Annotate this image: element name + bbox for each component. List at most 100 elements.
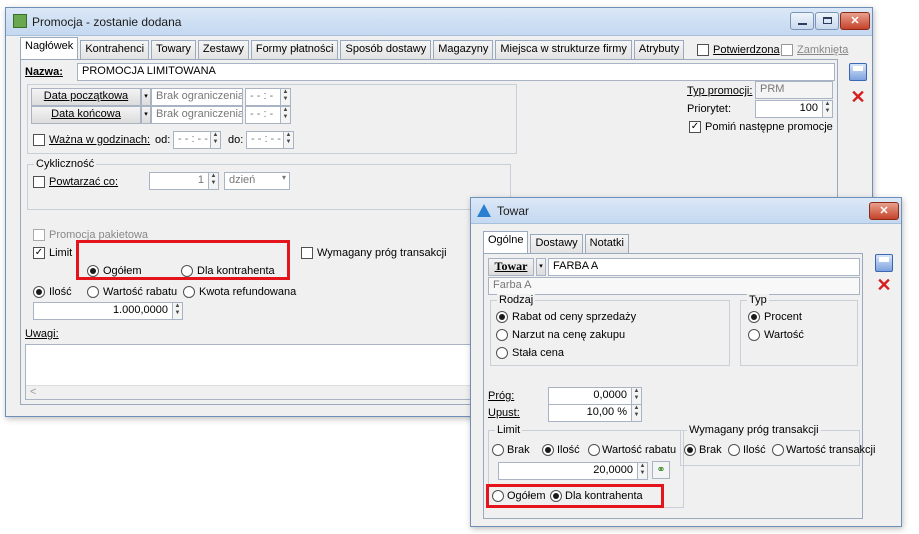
- tab-zestawy[interactable]: Zestawy: [197, 40, 249, 59]
- towar-dla-kontrahenta-radio[interactable]: [550, 490, 562, 502]
- potwierdzona-checkbox[interactable]: [697, 44, 709, 56]
- upust-input[interactable]: 10,00 % ▲ ▼: [548, 404, 642, 422]
- time-end-value: - - : -: [250, 108, 274, 120]
- wartosc-radio[interactable]: [748, 329, 760, 341]
- powtarzac-spin[interactable]: ▲ ▼: [208, 173, 218, 189]
- rodzaj-title: Rodzaj: [497, 294, 536, 306]
- data-poczatkowa-dropdown[interactable]: ▾: [141, 88, 151, 106]
- zamknieta-checkbox[interactable]: [781, 44, 793, 56]
- procent-label: Procent: [764, 311, 802, 323]
- minimize-button[interactable]: [790, 12, 814, 30]
- ilosc-value-input[interactable]: 1.000,0000 ▲ ▼: [33, 302, 183, 320]
- data-poczatkowa-input[interactable]: Brak ograniczenia: [151, 88, 243, 106]
- time-start-spin[interactable]: ▲ ▼: [280, 89, 290, 105]
- towar-close-button[interactable]: ✕: [869, 202, 899, 220]
- narzut-radio[interactable]: [496, 329, 508, 341]
- wymagany-checkbox[interactable]: [301, 247, 313, 259]
- limit-checkbox[interactable]: ✓: [33, 247, 45, 259]
- do-time-spin[interactable]: ▲ ▼: [283, 132, 293, 148]
- limit-brak-radio[interactable]: [492, 444, 504, 456]
- prog-spin[interactable]: ▲ ▼: [631, 388, 641, 404]
- kwota-refundowana-radio[interactable]: [183, 286, 195, 298]
- narzut-label: Narzut na cenę zakupu: [512, 329, 626, 341]
- save-icon[interactable]: [849, 63, 867, 81]
- tab-towary[interactable]: Towary: [151, 40, 196, 59]
- stala-label: Stała cena: [512, 347, 564, 359]
- close-button[interactable]: ✕: [840, 12, 870, 30]
- priorytet-input[interactable]: 100 ▲ ▼: [755, 100, 833, 118]
- dzien-select[interactable]: dzień ▾: [224, 172, 290, 190]
- do-time-input[interactable]: - - : - - ▲ ▼: [246, 131, 294, 149]
- tab-miejsca[interactable]: Miejsca w strukturze firmy: [495, 40, 632, 59]
- pomin-checkbox[interactable]: ✓: [689, 121, 701, 133]
- limit-spin[interactable]: ▲ ▼: [637, 463, 647, 479]
- priorytet-spin[interactable]: ▲ ▼: [822, 101, 832, 117]
- tab-atrybuty[interactable]: Atrybuty: [633, 40, 685, 59]
- powtarzac-input[interactable]: 1 ▲ ▼: [149, 172, 219, 190]
- limit-ilosc-radio[interactable]: [542, 444, 554, 456]
- maximize-button[interactable]: [815, 12, 839, 30]
- tab-notatki[interactable]: Notatki: [584, 234, 629, 253]
- tab-dostawy[interactable]: Dostawy: [530, 234, 583, 253]
- scroll-left-arrow[interactable]: <: [30, 386, 36, 398]
- typ-promocji-label: Typ promocji:: [687, 85, 753, 97]
- cancel-icon[interactable]: ✕: [849, 88, 867, 106]
- data-koncowa-button[interactable]: Data końcowa: [31, 106, 141, 124]
- time-start-input[interactable]: - - : - ▲ ▼: [245, 88, 291, 106]
- ilosc-spin[interactable]: ▲ ▼: [172, 303, 182, 319]
- tab-ogolne[interactable]: Ogólne: [483, 231, 529, 253]
- w-brak-radio[interactable]: [684, 444, 696, 456]
- potwierdzona-label: Potwierdzona: [713, 44, 780, 56]
- towar-ogolem-radio[interactable]: [492, 490, 504, 502]
- ilosc-radio[interactable]: [33, 286, 45, 298]
- towar-content-panel: Towar ▾ FARBA A Farba A Rodzaj Rabat od …: [483, 253, 875, 519]
- towar-button[interactable]: Towar: [488, 258, 534, 276]
- data-koncowa-input[interactable]: Brak ograniczenia: [151, 106, 243, 124]
- limit-value-input[interactable]: 20,0000 ▲ ▼: [498, 462, 648, 480]
- limit-wartosc-rabatu-radio[interactable]: [588, 444, 600, 456]
- app-icon: [13, 14, 27, 28]
- cyklicznosc-title: Cykliczność: [34, 158, 97, 170]
- tab-formy-platnosci[interactable]: Formy płatności: [250, 40, 339, 59]
- main-window-title: Promocja - zostanie dodana: [32, 15, 182, 29]
- link-icon[interactable]: ⚭: [652, 461, 670, 479]
- tab-naglowek[interactable]: Nagłówek: [20, 37, 79, 59]
- prog-input[interactable]: 0,0000 ▲ ▼: [548, 387, 642, 405]
- w-brak-label: Brak: [699, 444, 722, 456]
- powtarzac-checkbox[interactable]: [33, 176, 45, 188]
- upust-label: Upust:: [488, 407, 520, 419]
- ogolem-radio[interactable]: [87, 265, 99, 277]
- towar-window-title: Towar: [497, 204, 530, 218]
- data-koncowa-dropdown[interactable]: ▾: [141, 106, 151, 124]
- time-end-input[interactable]: - - : - ▲ ▼: [245, 106, 291, 124]
- od-time-input[interactable]: - - : - - ▲ ▼: [173, 131, 221, 149]
- tab-sposob-dostawy[interactable]: Sposób dostawy: [340, 40, 432, 59]
- od-time-spin[interactable]: ▲ ▼: [210, 132, 220, 148]
- procent-radio[interactable]: [748, 311, 760, 323]
- prog-label: Próg:: [488, 390, 515, 402]
- towar-save-icon[interactable]: [875, 254, 893, 272]
- tab-magazyny[interactable]: Magazyny: [433, 40, 494, 59]
- data-poczatkowa-button[interactable]: Data początkowa: [31, 88, 141, 106]
- dla-kontrahenta-radio[interactable]: [181, 265, 193, 277]
- upust-spin[interactable]: ▲ ▼: [631, 405, 641, 421]
- wartosc-rabatu-radio[interactable]: [87, 286, 99, 298]
- time-end-spin[interactable]: ▲ ▼: [280, 107, 290, 123]
- stala-radio[interactable]: [496, 347, 508, 359]
- kwota-refundowana-label: Kwota refundowana: [199, 286, 297, 298]
- rabat-radio[interactable]: [496, 311, 508, 323]
- prog-value: 0,0000: [593, 389, 627, 401]
- w-wartosc-radio[interactable]: [772, 444, 784, 456]
- wazna-checkbox[interactable]: [33, 134, 45, 146]
- limit-wartosc-rabatu-label: Wartość rabatu: [602, 444, 677, 456]
- pakietowa-checkbox[interactable]: [33, 229, 45, 241]
- w-ilosc-radio[interactable]: [728, 444, 740, 456]
- towar-cancel-icon[interactable]: ✕: [875, 276, 893, 294]
- nazwa-input[interactable]: PROMOCJA LIMITOWANA: [77, 63, 835, 81]
- ogolem-label: Ogółem: [103, 265, 142, 277]
- limit-title: Limit: [495, 424, 523, 436]
- towar-dropdown[interactable]: ▾: [536, 258, 546, 276]
- nazwa-label: Nazwa:: [25, 66, 63, 78]
- tab-kontrahenci[interactable]: Kontrahenci: [80, 40, 150, 59]
- towar-code-input[interactable]: FARBA A: [548, 258, 860, 276]
